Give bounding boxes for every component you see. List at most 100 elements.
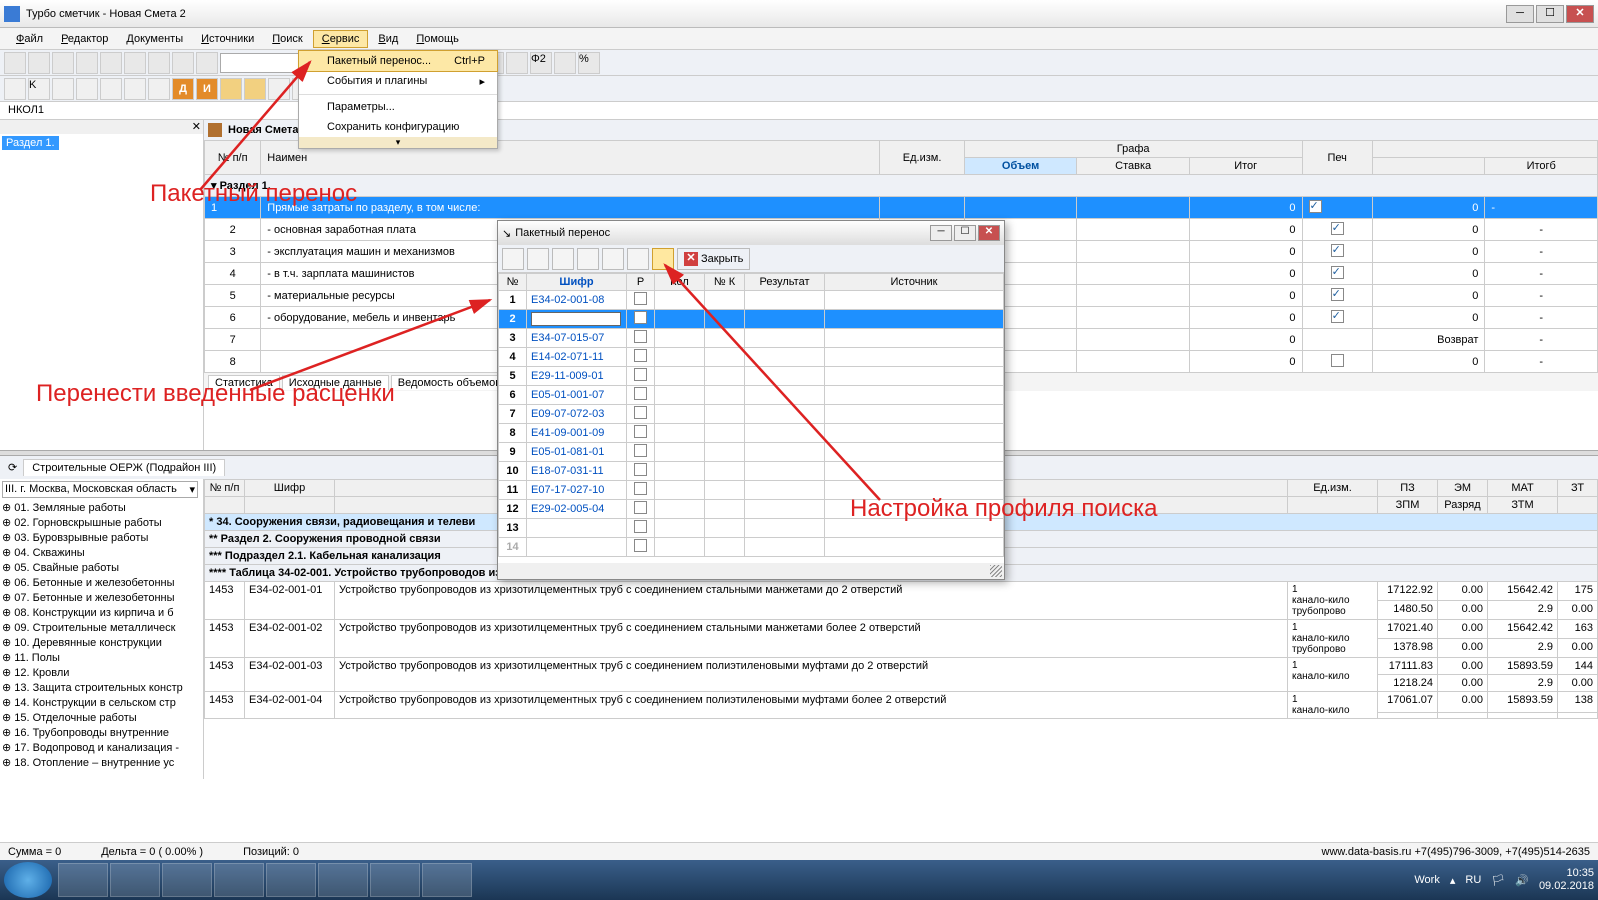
tree-item[interactable]: ⊕ 11. Полы — [0, 650, 203, 665]
tree-item[interactable]: ⊕ 02. Горновскрышные работы — [0, 515, 203, 530]
menuitem-1[interactable]: События и плагины — [299, 71, 497, 92]
refresh-icon[interactable]: ⟳ — [8, 461, 17, 474]
tool-new[interactable] — [4, 52, 26, 74]
t2-4[interactable] — [100, 78, 122, 100]
tool-percent[interactable]: % — [578, 52, 600, 74]
dlg-close-button[interactable]: ✕Закрыть — [677, 248, 750, 270]
tree-item[interactable]: ⊕ 01. Земляные работы — [0, 500, 203, 515]
tree-item[interactable]: ⊕ 12. Кровли — [0, 665, 203, 680]
t2-1[interactable] — [4, 78, 26, 100]
t2-8[interactable] — [244, 78, 266, 100]
menu-Вид[interactable]: Вид — [370, 31, 406, 47]
tree-selected-node[interactable]: Раздел 1. — [2, 136, 59, 150]
tray-clock[interactable]: 10:3509.02.2018 — [1539, 867, 1594, 893]
tool-save[interactable] — [52, 52, 74, 74]
tb-app2[interactable] — [162, 863, 212, 897]
t2-2[interactable] — [52, 78, 74, 100]
menu-Сервис[interactable]: Сервис — [313, 30, 369, 48]
tool-redo[interactable] — [196, 52, 218, 74]
tray-vol-icon[interactable]: 🔊 — [1515, 874, 1529, 887]
dlg-min[interactable]: ─ — [930, 225, 952, 241]
tool-cut[interactable] — [100, 52, 122, 74]
tool-copy[interactable] — [124, 52, 146, 74]
t2-i[interactable]: И — [196, 78, 218, 100]
col-vol[interactable]: Объем — [964, 158, 1077, 175]
close-button[interactable]: ✕ — [1566, 5, 1594, 23]
tb-chrome[interactable] — [266, 863, 316, 897]
rate-row[interactable]: 1453Е34-02-001-04Устройство трубопроводо… — [205, 692, 1598, 713]
tool-undo[interactable] — [172, 52, 194, 74]
rate-row[interactable]: 1453Е34-02-001-03Устройство трубопроводо… — [205, 658, 1598, 675]
tb-app4[interactable] — [422, 863, 472, 897]
grid-row[interactable]: 1Прямые затраты по разделу, в том числе:… — [205, 197, 1598, 219]
dlg-tool-4[interactable] — [577, 248, 599, 270]
tb-app1[interactable] — [110, 863, 160, 897]
tb-app3[interactable] — [214, 863, 264, 897]
dlg-row[interactable]: 5Е29-11-009-01 — [499, 367, 1004, 386]
dlg-tool-5[interactable] — [602, 248, 624, 270]
tree-item[interactable]: ⊕ 18. Отопление – внутренние ус — [0, 755, 203, 770]
rate-row[interactable]: 1453Е34-02-001-02Устройство трубопроводо… — [205, 620, 1598, 639]
rate-row[interactable]: 1453Е34-02-001-01Устройство трубопроводо… — [205, 582, 1598, 601]
tree-item[interactable]: ⊕ 14. Конструкции в сельском стр — [0, 695, 203, 710]
t2-6[interactable] — [148, 78, 170, 100]
menu-Документы[interactable]: Документы — [118, 31, 191, 47]
dlg-tool-6[interactable] — [627, 248, 649, 270]
code-input[interactable] — [531, 312, 621, 326]
sheet-tab-2[interactable]: Ведомость объемов — [391, 375, 508, 390]
tree-item[interactable]: ⊕ 15. Отделочные работы — [0, 710, 203, 725]
t2-5[interactable] — [124, 78, 146, 100]
tree-item[interactable]: ⊕ 17. Водопровод и канализация - — [0, 740, 203, 755]
t2-3[interactable] — [76, 78, 98, 100]
tb-explorer[interactable] — [58, 863, 108, 897]
t2-k[interactable]: K — [28, 78, 50, 100]
tree-close-icon[interactable]: ✕ — [192, 120, 201, 133]
doc-tab[interactable]: Новая Смета — [228, 124, 298, 136]
tool-star[interactable] — [554, 52, 576, 74]
dlg-tool-2[interactable] — [527, 248, 549, 270]
menuitem-3[interactable]: Сохранить конфигурацию — [299, 117, 497, 137]
dlg-row[interactable]: 1Е34-02-001-08 — [499, 291, 1004, 310]
tree-item[interactable]: ⊕ 10. Деревянные конструкции — [0, 635, 203, 650]
tb-word[interactable] — [370, 863, 420, 897]
dlg-tool-settings[interactable] — [652, 248, 674, 270]
tree-item[interactable]: ⊕ 09. Строительные металлическ — [0, 620, 203, 635]
tb-1c[interactable] — [318, 863, 368, 897]
minimize-button[interactable]: ─ — [1506, 5, 1534, 23]
dlg-row[interactable]: 3Е34-07-015-07 — [499, 329, 1004, 348]
menu-Поиск[interactable]: Поиск — [264, 31, 310, 47]
dlg-row[interactable]: 4Е14-02-071-11 — [499, 348, 1004, 367]
tool-open[interactable] — [28, 52, 50, 74]
menu-Помощь[interactable]: Помощь — [408, 31, 467, 47]
start-button[interactable] — [4, 862, 52, 898]
maximize-button[interactable]: ☐ — [1536, 5, 1564, 23]
t2-d[interactable]: Д — [172, 78, 194, 100]
dlg-row[interactable]: 10Е18-07-031-11 — [499, 462, 1004, 481]
tool-print[interactable] — [76, 52, 98, 74]
dlg-row[interactable]: 8Е41-09-001-09 — [499, 424, 1004, 443]
dlg-row[interactable]: 14 — [499, 538, 1004, 557]
oerzh-tab[interactable]: Строительные ОЕРЖ (Подрайон III) — [23, 459, 225, 476]
dlg-tool-1[interactable] — [502, 248, 524, 270]
menu-Источники[interactable]: Источники — [193, 31, 262, 47]
tray-flag-icon[interactable]: 🏳 — [1491, 874, 1505, 887]
tree-item[interactable]: ⊕ 04. Скважины — [0, 545, 203, 560]
menu-Редактор[interactable]: Редактор — [53, 31, 116, 47]
tree-item[interactable]: ⊕ 05. Свайные работы — [0, 560, 203, 575]
tree-item[interactable]: ⊕ 07. Бетонные и железобетонны — [0, 590, 203, 605]
tree-item[interactable]: ⊕ 03. Буровзрывные работы — [0, 530, 203, 545]
tool-b[interactable] — [506, 52, 528, 74]
tool-paste[interactable] — [148, 52, 170, 74]
menu-Файл[interactable]: Файл — [8, 31, 51, 47]
tree-item[interactable]: ⊕ 08. Конструкции из кирпича и б — [0, 605, 203, 620]
dlg-row[interactable]: 2 — [499, 310, 1004, 329]
tray-lang[interactable]: RU — [1465, 874, 1481, 886]
menuitem-0[interactable]: Пакетный перенос...Ctrl+P — [298, 50, 498, 72]
dlg-max[interactable]: ☐ — [954, 225, 976, 241]
tool-phi[interactable]: Φ2 — [530, 52, 552, 74]
dlg-row[interactable]: 9Е05-01-081-01 — [499, 443, 1004, 462]
dlg-row[interactable]: 6Е05-01-001-07 — [499, 386, 1004, 405]
menuitem-2[interactable]: Параметры... — [299, 97, 497, 117]
tree-item[interactable]: ⊕ 06. Бетонные и железобетонны — [0, 575, 203, 590]
region-combo[interactable]: III. г. Москва, Московская область▾ — [2, 481, 198, 498]
